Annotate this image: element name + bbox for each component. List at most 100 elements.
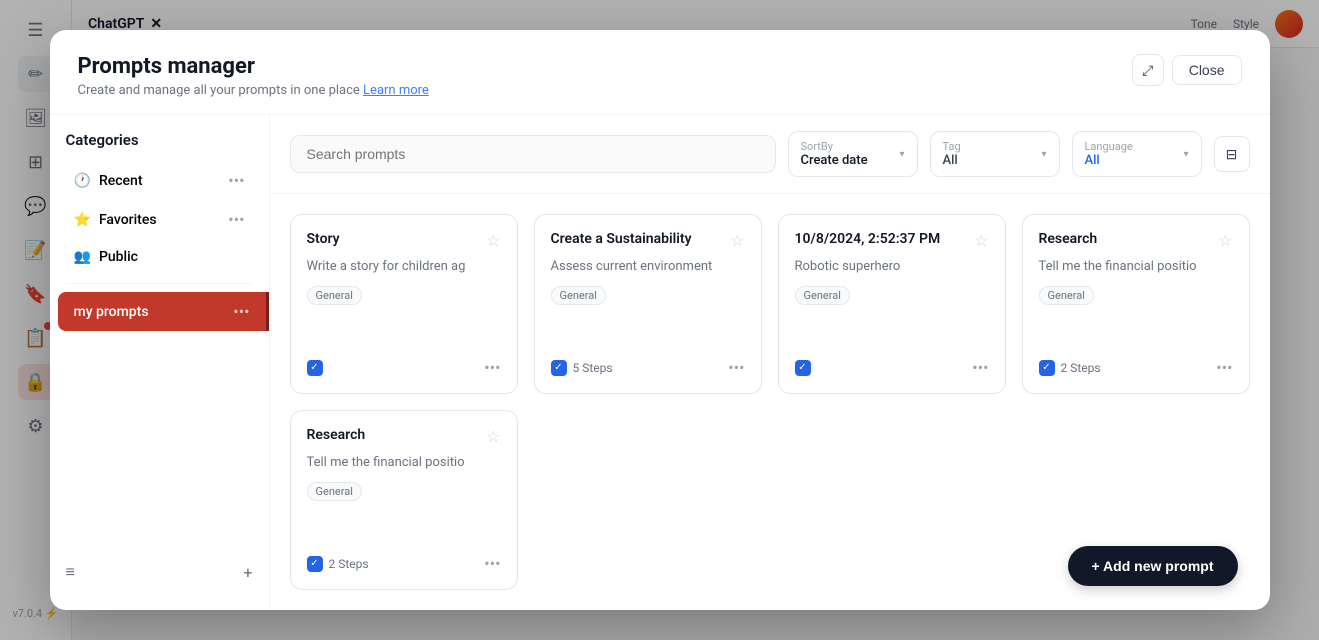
sidebar-divider — [66, 283, 253, 284]
prompt-card-4-footer-left: ✓ 2 Steps — [1039, 360, 1101, 376]
prompt-card-3[interactable]: 10/8/2024, 2:52:37 PM ☆ Robotic superher… — [778, 214, 1006, 394]
language-chevron: ▾ — [1183, 149, 1188, 160]
sidebar-item-recent[interactable]: 🕐 Recent ••• — [58, 161, 261, 200]
learn-more-link[interactable]: Learn more — [363, 83, 429, 98]
sidebar-item-favorites-left: ⭐ Favorites — [74, 212, 157, 228]
prompt-card-3-footer-left: ✓ — [795, 360, 811, 376]
prompt-card-3-footer: ✓ ••• — [795, 358, 989, 377]
prompt-card-5[interactable]: Research ☆ Tell me the financial positio… — [290, 410, 518, 590]
sidebar-item-recent-dots[interactable]: ••• — [228, 171, 244, 190]
prompt-card-2[interactable]: Create a Sustainability ☆ Assess current… — [534, 214, 762, 394]
tag-dropdown[interactable]: Tag All ▾ — [930, 131, 1060, 177]
prompt-card-1-star[interactable]: ☆ — [486, 231, 500, 250]
prompt-card-1-desc: Write a story for children ag — [307, 258, 501, 276]
modal-header: Prompts manager Create and manage all yo… — [50, 30, 1270, 115]
modal-header-actions: ⤢ Close — [1132, 54, 1242, 86]
prompt-card-4-star[interactable]: ☆ — [1218, 231, 1232, 250]
sidebar-item-favorites-label: Favorites — [99, 212, 157, 228]
modal-body: Categories 🕐 Recent ••• ⭐ Favorites ••• — [50, 115, 1270, 610]
prompt-card-2-checkbox[interactable]: ✓ — [551, 360, 567, 376]
prompt-card-4-desc: Tell me the financial positio — [1039, 258, 1233, 276]
modal-overlay: Prompts manager Create and manage all yo… — [0, 0, 1319, 640]
sort-by-dropdown[interactable]: SortBy Create date ▾ — [788, 131, 918, 177]
prompt-card-4-tag: General — [1039, 286, 1094, 305]
sidebar-item-my-prompts-label: my prompts — [74, 304, 149, 320]
modal-subtitle: Create and manage all your prompts in on… — [78, 83, 429, 98]
users-icon: 👥 — [74, 249, 91, 265]
prompt-card-4-footer: ✓ 2 Steps ••• — [1039, 358, 1233, 377]
tag-chevron: ▾ — [1041, 149, 1046, 160]
prompt-card-5-title: Research — [307, 427, 487, 443]
sidebar-item-favorites-dots[interactable]: ••• — [228, 210, 244, 229]
sidebar-footer: ≡ + — [50, 550, 269, 594]
sort-by-chevron: ▾ — [899, 149, 904, 160]
prompt-card-2-desc: Assess current environment — [551, 258, 745, 276]
prompt-card-2-star[interactable]: ☆ — [730, 231, 744, 250]
prompt-card-3-header: 10/8/2024, 2:52:37 PM ☆ — [795, 231, 989, 250]
search-input[interactable] — [290, 135, 776, 173]
prompt-card-3-checkbox[interactable]: ✓ — [795, 360, 811, 376]
star-icon: ⭐ — [74, 212, 91, 228]
content-toolbar: SortBy Create date ▾ Tag All ▾ — [270, 115, 1270, 194]
prompt-card-3-title: 10/8/2024, 2:52:37 PM — [795, 231, 975, 247]
prompt-card-1-footer-left: ✓ — [307, 360, 323, 376]
language-content: Language All — [1085, 140, 1133, 168]
modal-header-text: Prompts manager Create and manage all yo… — [78, 54, 429, 98]
categories-title: Categories — [50, 131, 269, 161]
prompts-manager-modal: Prompts manager Create and manage all yo… — [50, 30, 1270, 610]
prompt-card-5-tag: General — [307, 482, 362, 501]
sidebar-item-my-prompts-dots[interactable]: ••• — [233, 302, 249, 321]
sidebar-item-public-left: 👥 Public — [74, 249, 138, 265]
content-area: SortBy Create date ▾ Tag All ▾ — [270, 115, 1270, 610]
prompt-card-2-footer-left: ✓ 5 Steps — [551, 360, 613, 376]
prompt-card-4-steps: 2 Steps — [1061, 361, 1101, 375]
prompt-card-5-star[interactable]: ☆ — [486, 427, 500, 446]
sidebar-add-icon[interactable]: + — [243, 563, 252, 582]
expand-button[interactable]: ⤢ — [1132, 54, 1164, 86]
add-new-prompt-button[interactable]: + Add new prompt — [1068, 546, 1238, 586]
sort-by-content: SortBy Create date — [801, 140, 868, 168]
sidebar-item-my-prompts-left: my prompts — [74, 304, 149, 320]
sidebar-item-recent-label: Recent — [99, 173, 143, 189]
prompt-card-2-steps: 5 Steps — [573, 361, 613, 375]
prompt-card-4-dots[interactable]: ••• — [1216, 358, 1232, 377]
prompt-card-5-steps: 2 Steps — [329, 557, 369, 571]
prompt-card-2-footer: ✓ 5 Steps ••• — [551, 358, 745, 377]
prompt-card-2-tag: General — [551, 286, 606, 305]
clock-icon: 🕐 — [74, 173, 91, 189]
prompt-card-4-header: Research ☆ — [1039, 231, 1233, 250]
prompt-card-2-dots[interactable]: ••• — [728, 358, 744, 377]
modal-title: Prompts manager — [78, 54, 429, 79]
prompt-card-5-footer: ✓ 2 Steps ••• — [307, 554, 501, 573]
language-dropdown[interactable]: Language All ▾ — [1072, 131, 1202, 177]
prompt-card-3-dots[interactable]: ••• — [972, 358, 988, 377]
prompt-card-1-checkbox[interactable]: ✓ — [307, 360, 323, 376]
prompt-card-1-tag: General — [307, 286, 362, 305]
tag-content: Tag All — [943, 140, 961, 168]
close-button[interactable]: Close — [1172, 55, 1242, 85]
prompt-card-5-header: Research ☆ — [307, 427, 501, 446]
prompt-card-5-dots[interactable]: ••• — [484, 554, 500, 573]
prompt-card-5-footer-left: ✓ 2 Steps — [307, 556, 369, 572]
sidebar-item-my-prompts[interactable]: my prompts ••• — [58, 292, 269, 331]
grid-view-button[interactable]: ⊟ — [1214, 136, 1250, 172]
prompt-card-4-checkbox[interactable]: ✓ — [1039, 360, 1055, 376]
prompt-card-3-tag: General — [795, 286, 850, 305]
prompt-card-4-title: Research — [1039, 231, 1219, 247]
prompt-card-2-title: Create a Sustainability — [551, 231, 731, 247]
prompt-card-1-footer: ✓ ••• — [307, 358, 501, 377]
prompt-card-1[interactable]: Story ☆ Write a story for children ag Ge… — [290, 214, 518, 394]
prompt-card-1-header: Story ☆ — [307, 231, 501, 250]
prompt-card-5-checkbox[interactable]: ✓ — [307, 556, 323, 572]
prompt-card-5-desc: Tell me the financial positio — [307, 454, 501, 472]
prompt-card-1-title: Story — [307, 231, 487, 247]
prompt-card-4[interactable]: Research ☆ Tell me the financial positio… — [1022, 214, 1250, 394]
sidebar-item-public[interactable]: 👥 Public — [58, 239, 261, 275]
sidebar-menu-icon[interactable]: ≡ — [66, 562, 75, 582]
sidebar-item-recent-left: 🕐 Recent — [74, 173, 143, 189]
sidebar-item-favorites[interactable]: ⭐ Favorites ••• — [58, 200, 261, 239]
prompt-card-3-star[interactable]: ☆ — [974, 231, 988, 250]
prompt-card-2-header: Create a Sustainability ☆ — [551, 231, 745, 250]
prompt-card-1-dots[interactable]: ••• — [484, 358, 500, 377]
categories-sidebar: Categories 🕐 Recent ••• ⭐ Favorites ••• — [50, 115, 270, 610]
